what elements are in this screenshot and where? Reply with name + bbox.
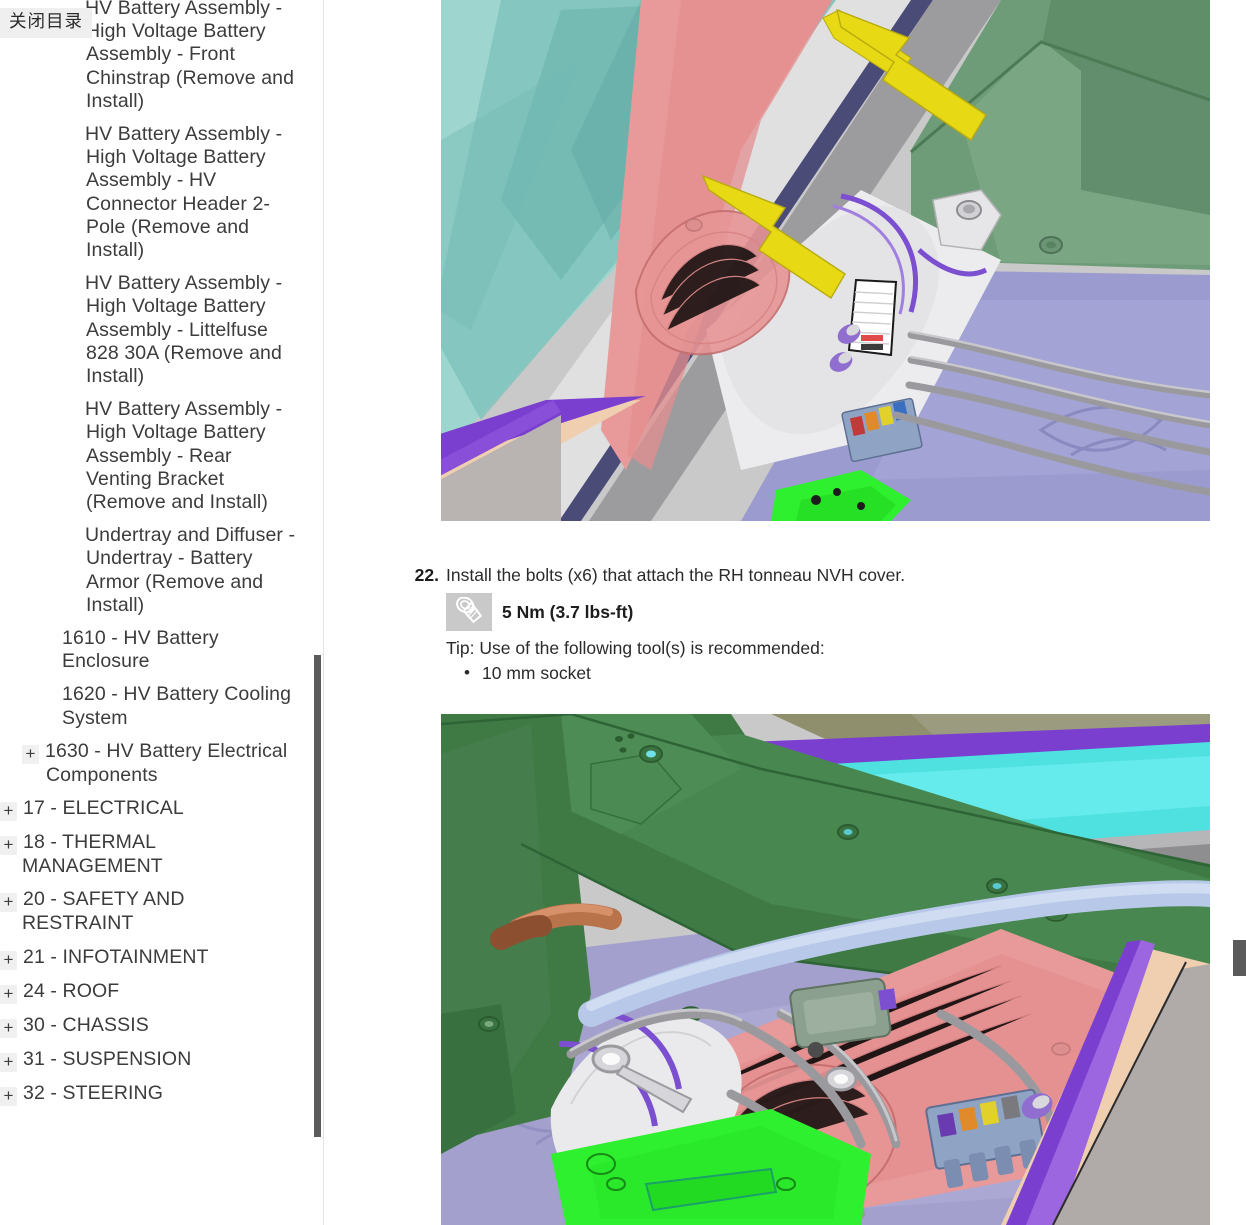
bolt-icon (446, 593, 492, 631)
expand-toggle-icon[interactable]: + (0, 802, 17, 822)
toc-item[interactable]: HV Battery Assembly - High Voltage Batte… (0, 393, 310, 519)
toc-item[interactable]: 1620 - HV Battery Cooling System (0, 678, 310, 734)
table-of-contents-sidebar[interactable]: HV Battery Assembly - High Voltage Batte… (0, 0, 324, 1225)
tip-text: Tip: Use of the following tool(s) is rec… (446, 638, 825, 658)
toc-scrollbar-track[interactable] (308, 0, 322, 1225)
toc-item[interactable]: +20 - SAFETY AND RESTRAINT (0, 883, 310, 940)
toc-list: HV Battery Assembly - High Voltage Batte… (0, 0, 310, 1111)
toc-item-label: 31 - SUSPENSION (23, 1047, 192, 1070)
toc-item[interactable]: +18 - THERMAL MANAGEMENT (0, 826, 310, 883)
figure-2-graphic (441, 714, 1210, 1225)
toc-item[interactable]: +1630 - HV Battery Electrical Components (0, 735, 310, 792)
toc-item-label: HV Battery Assembly - High Voltage Batte… (85, 272, 283, 388)
figure-rh-tonneau-nvh-cover-bolt-locations-view[interactable] (441, 714, 1210, 1225)
toc-item[interactable]: HV Battery Assembly - High Voltage Batte… (0, 267, 310, 393)
toc-scrollbar-thumb[interactable] (314, 655, 321, 1137)
toc-item[interactable]: +21 - INFOTAINMENT (0, 941, 310, 975)
torque-spec-row: 5 Nm (3.7 lbs-ft) (446, 593, 1109, 631)
step-heading: 22. Install the bolts (x6) that attach t… (409, 563, 1109, 588)
toc-item[interactable]: Undertray and Diffuser - Undertray - Bat… (0, 519, 310, 622)
torque-value: 5 Nm (3.7 lbs-ft) (502, 601, 634, 622)
document-content-pane: 22. Install the bolts (x6) that attach t… (324, 0, 1246, 1225)
expand-toggle-icon[interactable]: + (0, 984, 17, 1004)
app-root: HV Battery Assembly - High Voltage Batte… (0, 0, 1246, 1225)
expand-toggle-icon[interactable]: + (22, 744, 39, 764)
page-scrollbar-thumb[interactable] (1233, 940, 1246, 976)
expand-toggle-icon[interactable]: + (0, 950, 17, 970)
toc-item-label: 21 - INFOTAINMENT (23, 945, 209, 968)
toc-item[interactable]: HV Battery Assembly - High Voltage Batte… (0, 118, 310, 267)
bolt-icon-glyph (456, 597, 483, 624)
expand-toggle-icon[interactable]: + (0, 1086, 17, 1106)
toc-item[interactable]: +24 - ROOF (0, 975, 310, 1009)
toc-item[interactable]: +32 - STEERING (0, 1077, 310, 1111)
toc-item-label: 1630 - HV Battery Electrical Components (45, 739, 288, 786)
toc-item[interactable]: +30 - CHASSIS (0, 1009, 310, 1043)
list-item: 10 mm socket (446, 660, 1109, 686)
step-text: Install the bolts (x6) that attach the R… (446, 565, 906, 585)
toc-item-label: HV Battery Assembly - High Voltage Batte… (85, 123, 283, 262)
toc-item[interactable]: +17 - ELECTRICAL (0, 792, 310, 826)
toc-item-label: 24 - ROOF (23, 979, 120, 1002)
toc-item-label: Undertray and Diffuser - Undertray - Bat… (85, 524, 296, 616)
expand-toggle-icon[interactable]: + (0, 1018, 17, 1038)
toc-item-label: 20 - SAFETY AND RESTRAINT (22, 888, 185, 935)
toc-item-label: 17 - ELECTRICAL (23, 797, 184, 820)
toc-item[interactable]: +31 - SUSPENSION (0, 1043, 310, 1077)
toc-item-label: HV Battery Assembly - High Voltage Batte… (85, 398, 283, 514)
toc-item-label: 18 - THERMAL MANAGEMENT (22, 831, 163, 878)
toc-item-label: 1620 - HV Battery Cooling System (62, 683, 292, 729)
expand-toggle-icon[interactable]: + (0, 893, 17, 913)
toc-item-label: HV Battery Assembly - High Voltage Batte… (85, 0, 295, 112)
toc-item[interactable]: 1610 - HV Battery Enclosure (0, 622, 310, 678)
close-toc-button[interactable]: 关闭目录 (0, 8, 92, 38)
step-instruction-block: 22. Install the bolts (x6) that attach t… (409, 563, 1109, 686)
expand-toggle-icon[interactable]: + (0, 1052, 17, 1072)
figure-1-graphic (441, 0, 1210, 521)
toc-item-label: 1610 - HV Battery Enclosure (62, 627, 219, 673)
toc-item-label: 30 - CHASSIS (23, 1013, 149, 1036)
step-number: 22. (414, 565, 439, 585)
toc-item-label: 32 - STEERING (23, 1081, 163, 1104)
recommended-tool-list: 10 mm socket (409, 660, 1109, 686)
figure-rh-tonneau-nvh-cover-installed-view[interactable] (441, 0, 1210, 521)
expand-toggle-icon[interactable]: + (0, 836, 17, 856)
